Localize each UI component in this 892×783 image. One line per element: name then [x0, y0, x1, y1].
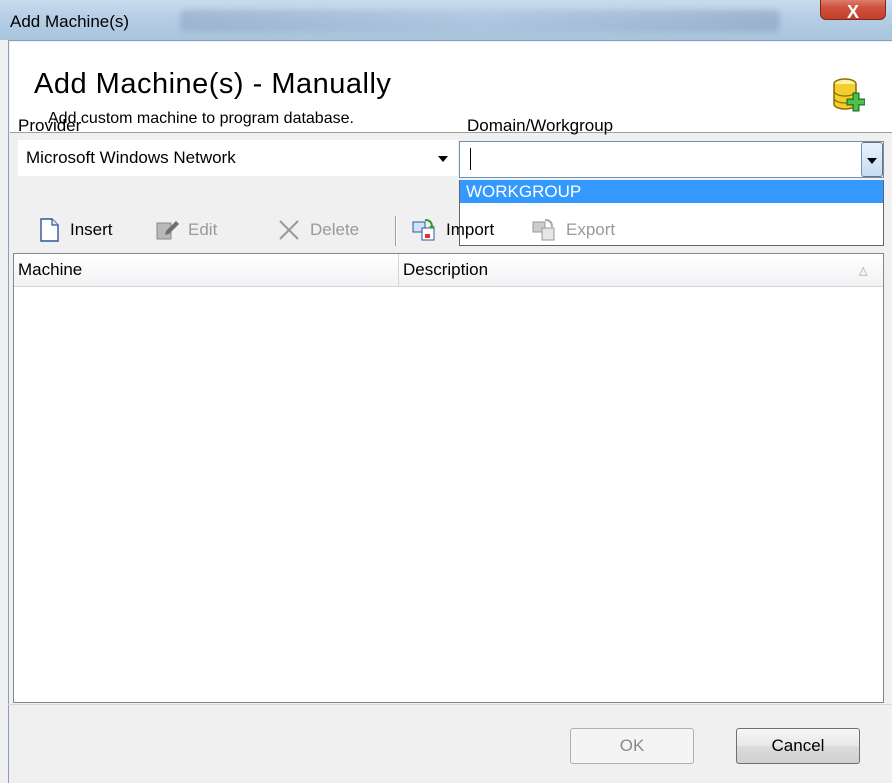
- machines-table[interactable]: Machine Description △: [13, 253, 884, 703]
- edit-button[interactable]: Edit: [154, 212, 217, 248]
- import-label: Import: [446, 220, 495, 239]
- toolbar-separator: [395, 216, 396, 246]
- insert-button[interactable]: Insert: [36, 212, 113, 248]
- toolbar: Insert Edit Delete Import Export: [20, 212, 670, 248]
- text-caret: [470, 148, 471, 170]
- export-label: Export: [566, 220, 616, 239]
- title-bar: Add Machine(s) X: [0, 0, 892, 40]
- chevron-down-icon: [438, 156, 448, 162]
- close-icon: X: [846, 2, 859, 22]
- insert-label: Insert: [70, 220, 113, 239]
- dialog-subheading: Add custom machine to program database.: [48, 110, 354, 127]
- column-header-machine[interactable]: Machine: [14, 254, 399, 286]
- export-button[interactable]: Export: [532, 212, 615, 248]
- cancel-button[interactable]: Cancel: [736, 728, 860, 764]
- delete-label: Delete: [310, 220, 360, 239]
- domain-dropdown-button[interactable]: [861, 142, 883, 177]
- export-icon: [532, 217, 558, 243]
- provider-label: Provider: [18, 116, 82, 135]
- database-add-icon: [833, 77, 866, 122]
- ok-button[interactable]: OK: [570, 728, 694, 764]
- delete-button[interactable]: Delete: [276, 212, 359, 248]
- provider-value: Microsoft Windows Network: [26, 148, 236, 167]
- title-bar-background-blur: [180, 10, 780, 32]
- domain-combobox[interactable]: [459, 141, 884, 178]
- table-header: Machine Description △: [14, 254, 883, 287]
- domain-label: Domain/Workgroup: [467, 116, 614, 135]
- domain-option-workgroup[interactable]: WORKGROUP: [460, 180, 883, 203]
- import-icon: [412, 217, 438, 243]
- close-button[interactable]: X: [820, 0, 886, 22]
- new-document-icon: [36, 217, 62, 243]
- delete-icon: [276, 217, 302, 243]
- import-button[interactable]: Import: [412, 212, 494, 248]
- window-title: Add Machine(s): [10, 12, 130, 31]
- dialog-heading: Add Machine(s) - Manually: [34, 68, 392, 100]
- sort-ascending-icon: △: [859, 265, 868, 277]
- provider-select[interactable]: Microsoft Windows Network: [18, 140, 458, 176]
- dialog-header: Add Machine(s) - Manually Add custom mac…: [10, 42, 892, 133]
- footer-divider: [8, 704, 892, 705]
- column-header-description[interactable]: Description: [399, 254, 883, 286]
- edit-document-icon: [154, 217, 180, 243]
- edit-label: Edit: [188, 220, 218, 239]
